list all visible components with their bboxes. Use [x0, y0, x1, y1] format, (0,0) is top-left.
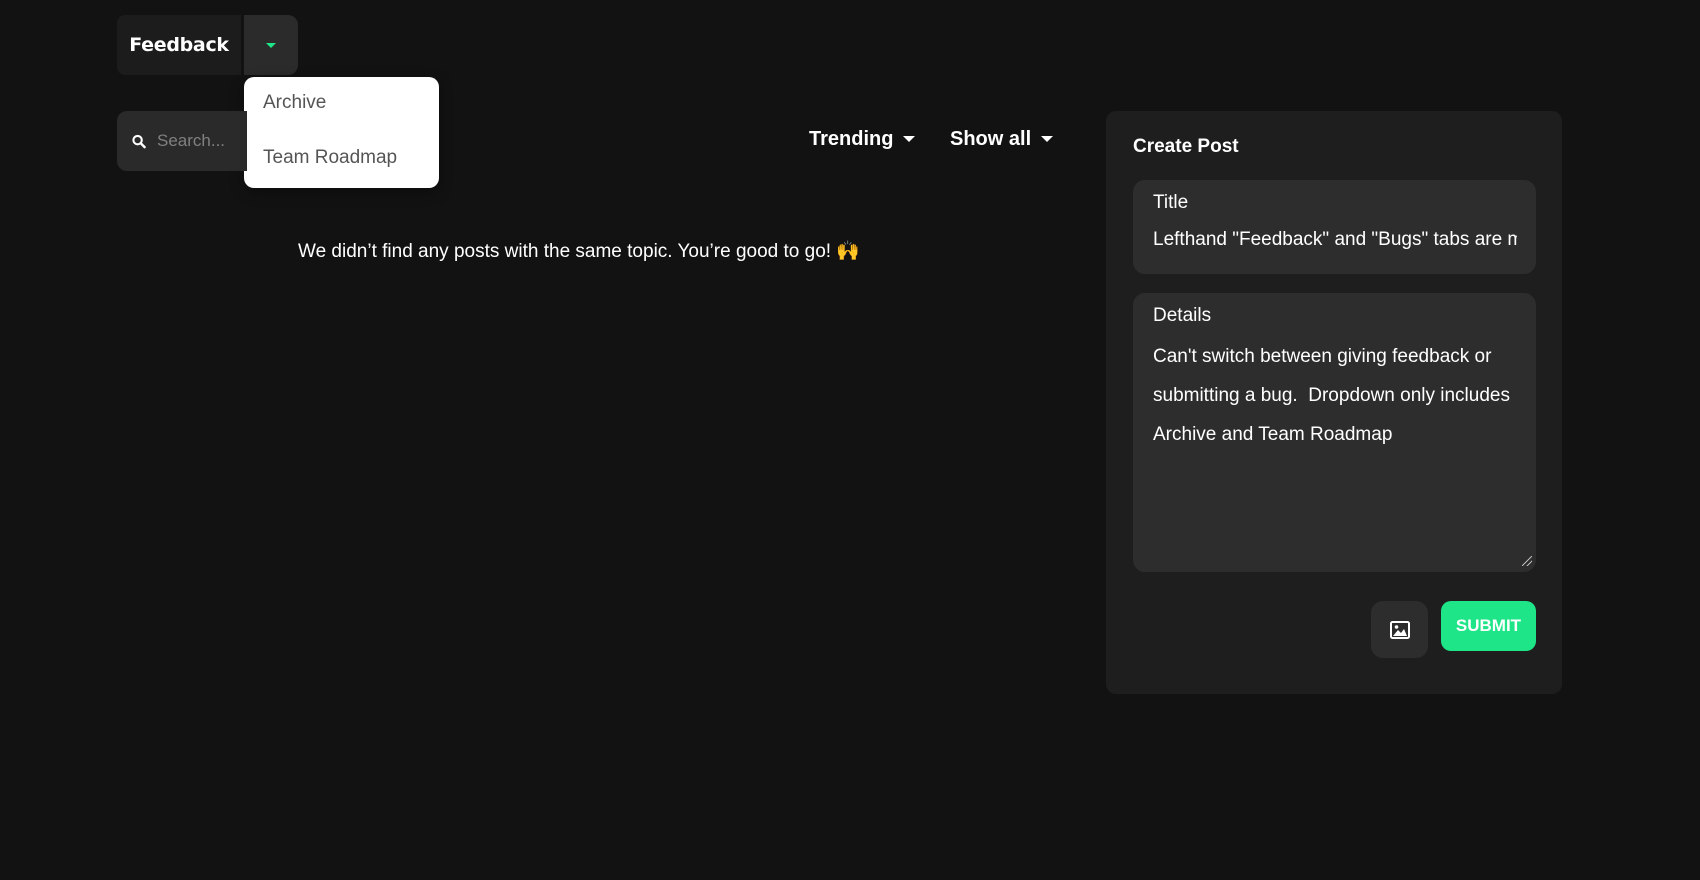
empty-state-message: We didn’t find any posts with the same t…	[298, 241, 860, 262]
sort-dropdown[interactable]: Trending	[809, 124, 916, 154]
board-dropdown-menu: Archive Team Roadmap	[244, 77, 439, 188]
title-label: Title	[1153, 192, 1189, 213]
title-field[interactable]: Title	[1133, 180, 1536, 274]
title-input[interactable]	[1153, 229, 1517, 251]
board-tab-feedback[interactable]: Feedback	[117, 15, 241, 75]
sort-label: Trending	[809, 127, 894, 150]
board-dropdown-toggle[interactable]	[244, 15, 298, 75]
attach-image-button[interactable]	[1371, 601, 1428, 658]
search-icon	[132, 134, 146, 148]
menu-item-archive[interactable]: Archive	[244, 91, 439, 146]
submit-button[interactable]: SUBMIT	[1441, 601, 1536, 651]
board-tab-label: Feedback	[129, 34, 229, 56]
details-textarea[interactable]: Can't switch between giving feedback or …	[1153, 337, 1523, 561]
search-input[interactable]	[157, 131, 247, 151]
chevron-down-icon	[266, 42, 276, 48]
filter-label: Show all	[950, 127, 1032, 150]
image-icon	[1389, 620, 1410, 639]
create-post-heading: Create Post	[1133, 136, 1239, 157]
chevron-down-icon	[903, 136, 916, 142]
details-field[interactable]: Details Can't switch between giving feed…	[1133, 293, 1536, 572]
menu-item-team-roadmap[interactable]: Team Roadmap	[244, 146, 439, 201]
details-label: Details	[1153, 305, 1212, 326]
chevron-down-icon	[1041, 136, 1054, 142]
resize-handle[interactable]	[1522, 556, 1532, 566]
filter-dropdown[interactable]: Show all	[950, 124, 1054, 154]
search-box[interactable]	[117, 111, 247, 171]
